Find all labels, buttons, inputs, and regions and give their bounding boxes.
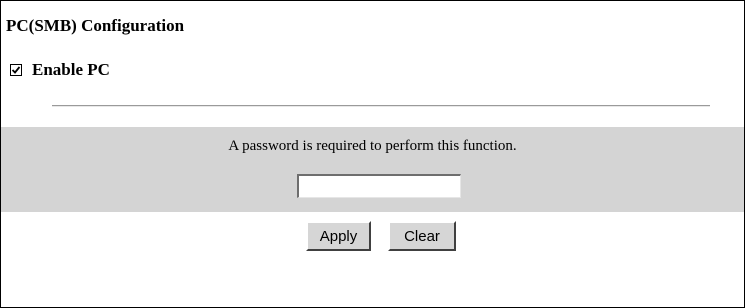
password-input[interactable] [297,174,461,198]
clear-button[interactable]: Clear [388,221,456,251]
enable-pc-row[interactable]: Enable PC [10,60,110,80]
enable-pc-checkbox[interactable] [10,64,22,76]
checkmark-icon [11,66,21,74]
enable-pc-label: Enable PC [32,60,110,79]
apply-button[interactable]: Apply [306,221,371,251]
password-required-message: A password is required to perform this f… [228,138,517,154]
page-title: PC(SMB) Configuration [6,16,185,35]
divider [52,105,710,107]
password-panel: A password is required to perform this f… [1,127,744,212]
